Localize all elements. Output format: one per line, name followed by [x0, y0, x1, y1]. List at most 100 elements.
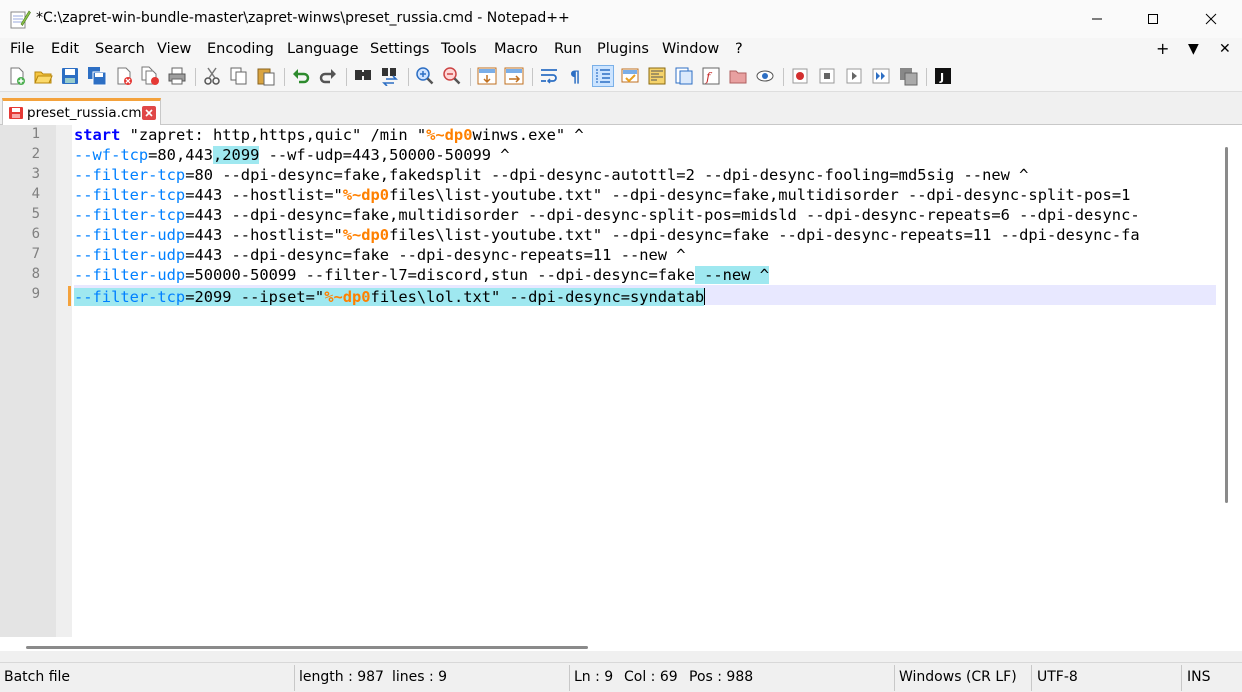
code-token: --filter-tcp [74, 206, 186, 224]
paste-icon[interactable] [256, 66, 276, 86]
menu-macro[interactable]: Macro [494, 41, 538, 57]
code-line[interactable]: --filter-udp=50000-50099 --filter-l7=dis… [74, 265, 769, 285]
cut-icon[interactable] [202, 66, 222, 86]
code-line[interactable]: --filter-tcp=2099 --ipset="%~dp0files\lo… [74, 285, 706, 306]
code-token: =2099 --ipset=" [185, 288, 325, 306]
close-document-icon[interactable]: ✕ [1219, 41, 1231, 57]
maximize-button[interactable] [1124, 0, 1182, 38]
vertical-scrollbar[interactable] [1216, 125, 1242, 637]
stop-macro-icon[interactable] [817, 66, 837, 86]
close-icon[interactable] [114, 66, 134, 86]
editor-area[interactable]: 1 2 3 4 5 6 7 8 9 start "zapret: http,https,quic… [0, 125, 1242, 651]
show-all-chars-icon[interactable]: ¶ [566, 66, 586, 86]
copy-icon[interactable] [229, 66, 249, 86]
horizontal-scrollbar[interactable] [0, 637, 1242, 651]
tab-list-dropdown-icon[interactable]: ▼ [1188, 41, 1199, 57]
menu-language[interactable]: Language [287, 41, 359, 57]
svg-text:¶: ¶ [570, 67, 580, 86]
close-all-icon[interactable] [140, 66, 160, 86]
horizontal-scrollbar-thumb[interactable] [26, 646, 588, 649]
open-file-icon[interactable] [33, 66, 53, 86]
code-token: --filter-tcp [74, 166, 186, 184]
menu-encoding[interactable]: Encoding [207, 41, 274, 57]
undo-icon[interactable] [291, 66, 311, 86]
menu-help[interactable]: ? [735, 41, 743, 57]
sync-horizontal-icon[interactable] [504, 66, 524, 86]
menu-plugins[interactable]: Plugins [597, 41, 649, 57]
code-line[interactable]: start "zapret: http,https,quic" /min "%~… [74, 125, 584, 145]
code-token: --wf-tcp [74, 146, 149, 164]
menu-edit[interactable]: Edit [51, 41, 79, 57]
doc-map-icon[interactable] [647, 66, 667, 86]
sync-vertical-icon[interactable] [477, 66, 497, 86]
monitoring-icon[interactable] [755, 66, 775, 86]
indent-guide-icon[interactable] [592, 65, 614, 87]
replace-icon[interactable] [380, 66, 400, 86]
code-view[interactable]: start "zapret: http,https,quic" /min "%~… [74, 125, 1216, 637]
menu-window[interactable]: Window [662, 41, 719, 57]
code-token: =443 --dpi-desync=fake --dpi-desync-repe… [185, 246, 686, 264]
menu-view[interactable]: View [157, 41, 191, 57]
code-token: =443 --dpi-desync=fake,multidisorder --d… [185, 206, 1140, 224]
code-line[interactable]: --filter-tcp=80 --dpi-desync=fake,fakeds… [74, 165, 1028, 185]
save-all-icon[interactable] [87, 66, 107, 86]
vertical-scrollbar-thumb[interactable] [1225, 147, 1228, 503]
code-token: =443 --hostlist=" [185, 226, 343, 244]
close-window-button[interactable] [1182, 0, 1240, 38]
save-macro-icon[interactable] [898, 66, 918, 86]
code-line[interactable]: --filter-tcp=443 --hostlist="%~dp0files\… [74, 185, 1130, 205]
tab-close-icon[interactable] [142, 106, 156, 120]
function-list-icon[interactable]: f [701, 66, 721, 86]
status-encoding[interactable]: UTF-8 [1037, 669, 1078, 685]
run-macro-multiple-icon[interactable] [871, 66, 891, 86]
save-icon[interactable] [60, 66, 80, 86]
menu-settings[interactable]: Settings [370, 41, 429, 57]
find-icon[interactable] [353, 66, 373, 86]
code-token: --filter-udp [74, 246, 186, 264]
tab-preset-russia[interactable]: preset_russia.cmd [2, 98, 161, 125]
record-macro-icon[interactable] [790, 66, 810, 86]
new-tab-icon[interactable]: + [1156, 39, 1169, 58]
status-insert-mode[interactable]: INS [1187, 669, 1211, 685]
tab-label: preset_russia.cmd [27, 105, 151, 121]
status-separator [569, 665, 570, 691]
toolbar-separator [783, 68, 784, 86]
minimize-button[interactable] [1068, 0, 1126, 38]
menu-search[interactable]: Search [95, 41, 145, 57]
status-length: length : 987 [299, 669, 384, 685]
print-icon[interactable] [167, 66, 187, 86]
zoom-out-icon[interactable] [442, 66, 462, 86]
line-number-gutter: 1 2 3 4 5 6 7 8 9 [0, 125, 56, 637]
changed-line-marker [68, 286, 71, 306]
udl-icon[interactable] [620, 66, 640, 86]
code-line[interactable]: --filter-tcp=443 --dpi-desync=fake,multi… [74, 205, 1140, 225]
tab-bar: preset_russia.cmd [0, 92, 1242, 125]
toolbar-separator [346, 68, 347, 86]
line-number: 6 [31, 226, 40, 242]
code-line[interactable]: --filter-udp=443 --hostlist="%~dp0files\… [74, 225, 1140, 245]
toolbar-separator [470, 68, 471, 86]
redo-icon[interactable] [318, 66, 338, 86]
play-macro-icon[interactable] [844, 66, 864, 86]
status-column: Col : 69 [624, 669, 678, 685]
code-token: --new ^ [694, 266, 769, 284]
j-plugin-icon[interactable]: J [933, 66, 953, 86]
menu-file[interactable]: File [10, 41, 34, 57]
code-line[interactable]: --filter-udp=443 --dpi-desync=fake --dpi… [74, 245, 686, 265]
code-token: =443 --hostlist=" [185, 186, 343, 204]
code-token: files\lol.txt" --dpi-desync=syndatab [370, 288, 705, 306]
code-token: %~dp0 [426, 126, 473, 144]
toolbar-separator [532, 68, 533, 86]
word-wrap-icon[interactable] [539, 66, 559, 86]
menu-run[interactable]: Run [554, 41, 582, 57]
menu-tools[interactable]: Tools [441, 41, 477, 57]
code-token: --filter-udp [74, 266, 186, 284]
zoom-in-icon[interactable] [415, 66, 435, 86]
fold-margin [56, 125, 72, 637]
status-eol[interactable]: Windows (CR LF) [899, 669, 1017, 685]
code-line[interactable]: --wf-tcp=80,443,2099 --wf-udp=443,50000-… [74, 145, 510, 165]
new-file-icon[interactable] [7, 66, 27, 86]
code-token: winws.exe" ^ [472, 126, 584, 144]
doc-list-icon[interactable] [674, 66, 694, 86]
folder-workspace-icon[interactable] [728, 66, 748, 86]
